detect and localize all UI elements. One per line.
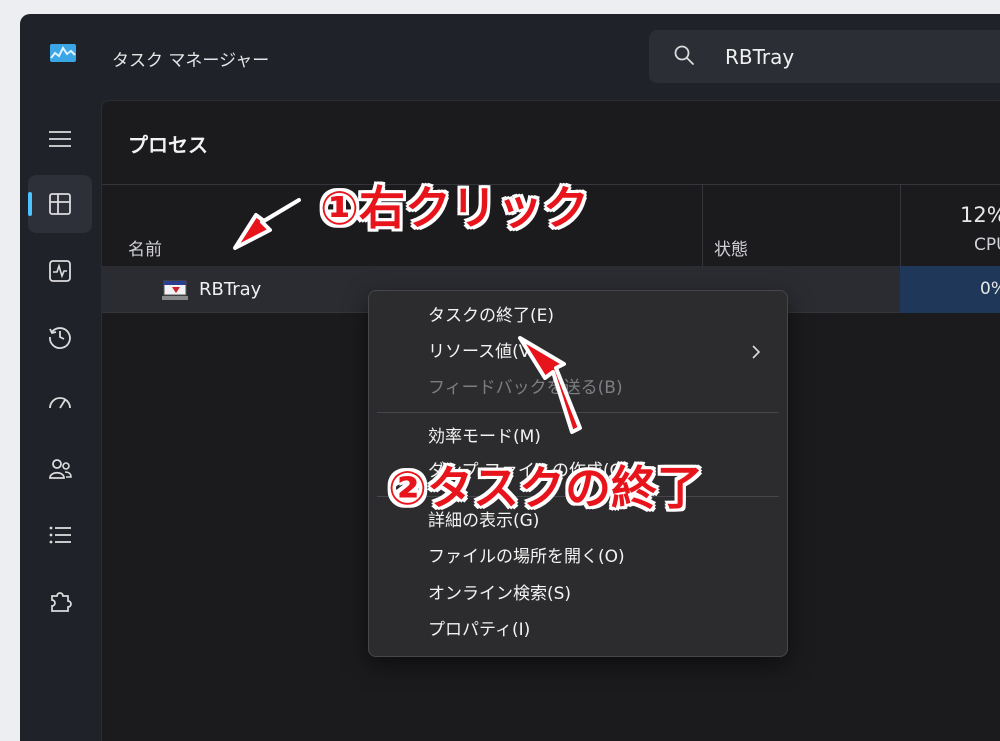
rbtray-app-icon bbox=[162, 280, 188, 300]
annotation-step2: ②タスクの終了 bbox=[388, 461, 703, 515]
column-header-name[interactable]: 名前 bbox=[128, 235, 162, 260]
nav-startup-apps[interactable] bbox=[28, 374, 92, 432]
menu-item-label: リソース値(V) bbox=[428, 342, 538, 362]
menu-item-open-file-location[interactable]: ファイルの場所を開く(O) bbox=[375, 540, 781, 574]
column-header-cpu[interactable]: CPU bbox=[974, 235, 1000, 255]
performance-icon bbox=[49, 260, 71, 282]
menu-item-search-online[interactable]: オンライン検索(S) bbox=[375, 577, 781, 611]
search-input[interactable] bbox=[725, 42, 1000, 72]
cpu-total-percent: 12% bbox=[960, 203, 1000, 227]
search-box[interactable] bbox=[649, 30, 1000, 83]
page-title: プロセス bbox=[128, 133, 208, 157]
search-icon bbox=[674, 45, 694, 65]
menu-item-properties[interactable]: プロパティ(I) bbox=[375, 613, 781, 647]
speedometer-icon bbox=[49, 397, 71, 409]
task-manager-app-icon bbox=[50, 44, 76, 62]
process-cpu-value: 0% bbox=[980, 279, 1000, 299]
menu-separator bbox=[377, 412, 779, 413]
active-indicator bbox=[28, 192, 32, 216]
column-header-status[interactable]: 状態 bbox=[714, 235, 748, 260]
processes-icon bbox=[49, 193, 71, 215]
menu-item-resource-values[interactable]: リソース値(V) bbox=[375, 335, 781, 369]
nav-details[interactable] bbox=[28, 506, 92, 564]
chevron-right-icon bbox=[752, 345, 761, 359]
nav-services[interactable] bbox=[28, 572, 92, 630]
nav-performance[interactable] bbox=[28, 242, 92, 300]
app-title: タスク マネージャー bbox=[112, 51, 270, 71]
menu-item-end-task[interactable]: タスクの終了(E) bbox=[375, 299, 781, 333]
puzzle-icon bbox=[51, 592, 72, 612]
nav-menu-button[interactable] bbox=[28, 110, 92, 168]
process-name: RBTray bbox=[199, 279, 262, 300]
nav-processes[interactable] bbox=[28, 175, 92, 233]
annotation-step1: ①右クリック bbox=[320, 181, 589, 235]
users-icon bbox=[49, 459, 72, 479]
nav-app-history[interactable] bbox=[28, 308, 92, 366]
menu-item-efficiency-mode[interactable]: 効率モード(M) bbox=[375, 420, 781, 454]
menu-icon bbox=[49, 131, 71, 147]
nav-users[interactable] bbox=[28, 440, 92, 498]
list-icon bbox=[49, 526, 71, 544]
menu-item-send-feedback: フィードバックを送る(B) bbox=[428, 378, 623, 398]
history-icon bbox=[49, 327, 71, 349]
process-cpu-cell: 0% bbox=[900, 266, 1000, 313]
